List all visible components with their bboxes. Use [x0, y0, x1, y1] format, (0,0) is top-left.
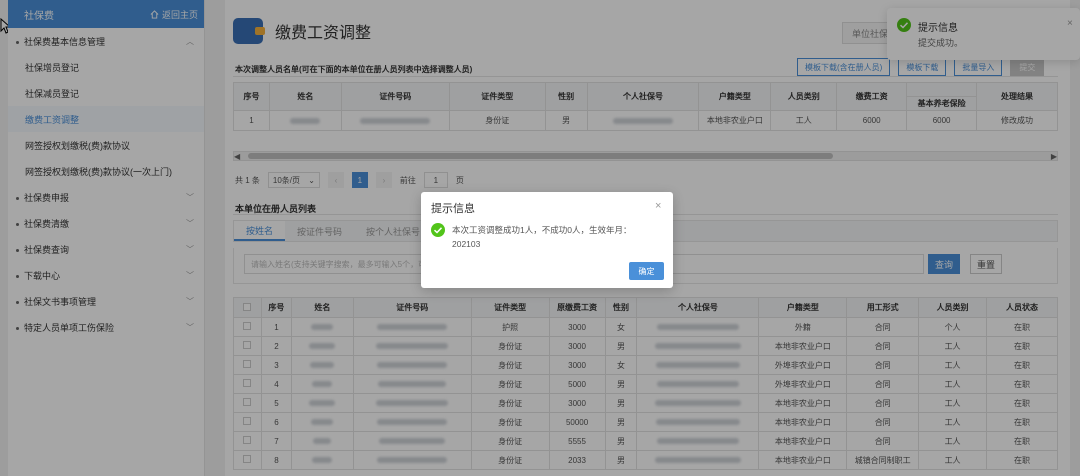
confirm-button[interactable]: 确定 [629, 262, 664, 280]
info-dialog: 提示信息 × 本次工资调整成功1人，不成功0人，生效年月：202103 确定 [421, 192, 673, 288]
success-check-icon [431, 223, 445, 237]
dialog-message: 本次工资调整成功1人，不成功0人，生效年月：202103 [452, 225, 632, 249]
close-icon[interactable]: × [655, 200, 661, 212]
dialog-title: 提示信息 [431, 203, 475, 215]
